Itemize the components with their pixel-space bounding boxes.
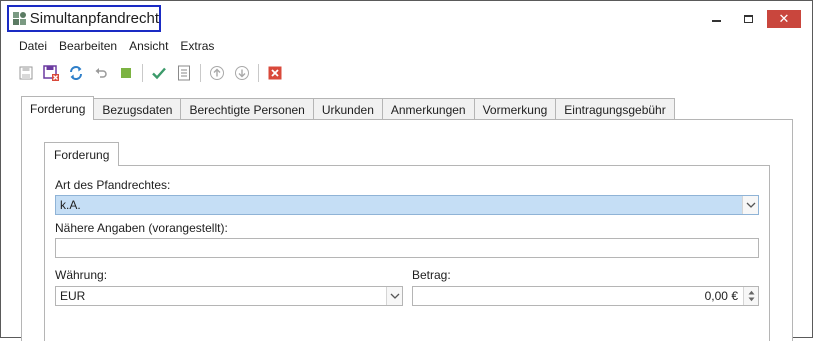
betrag-label: Betrag:: [412, 268, 451, 282]
save-button[interactable]: [15, 62, 37, 84]
naehere-angaben-label: Nähere Angaben (vorangestellt):: [55, 221, 228, 235]
art-des-pfandrechtes-value: k.A.: [60, 198, 81, 212]
title-bar: Simultanpfandrecht ✕: [1, 1, 812, 35]
toolbar-separator: [200, 64, 201, 82]
window-title-box: Simultanpfandrecht: [7, 5, 161, 32]
move-up-icon: [210, 66, 224, 80]
betrag-input[interactable]: 0,00 €: [412, 286, 759, 306]
betrag-spinner[interactable]: [743, 287, 758, 305]
toolbar: [15, 62, 289, 84]
stop-button[interactable]: [115, 62, 137, 84]
refresh-icon: [70, 66, 82, 80]
menu-bearbeiten[interactable]: Bearbeiten: [53, 38, 123, 56]
document-list-button[interactable]: [173, 62, 195, 84]
confirm-check-icon: [152, 67, 166, 80]
toolbar-separator: [142, 64, 143, 82]
refresh-button[interactable]: [65, 62, 87, 84]
spin-down-icon[interactable]: [748, 297, 755, 302]
tab-anmerkungen[interactable]: Anmerkungen: [381, 98, 475, 120]
close-button[interactable]: ✕: [767, 10, 801, 28]
dropdown-button[interactable]: [742, 196, 758, 214]
confirm-button[interactable]: [148, 62, 170, 84]
minimize-button[interactable]: [703, 9, 729, 29]
delete-button[interactable]: [264, 62, 286, 84]
art-des-pfandrechtes-select[interactable]: k.A.: [55, 195, 759, 215]
tab-urkunden[interactable]: Urkunden: [312, 98, 383, 120]
spin-up-icon[interactable]: [748, 290, 755, 295]
waehrung-value: EUR: [60, 289, 86, 303]
delete-icon: [268, 66, 282, 80]
tab-berechtigte-personen[interactable]: Berechtigte Personen: [180, 98, 314, 120]
dropdown-button[interactable]: [386, 287, 402, 305]
tab-bezugsdaten[interactable]: Bezugsdaten: [93, 98, 182, 120]
tab-forderung[interactable]: Forderung: [21, 96, 95, 120]
betrag-value: 0,00 €: [704, 289, 738, 303]
move-down-icon: [235, 66, 249, 80]
undo-button[interactable]: [90, 62, 112, 84]
chevron-down-icon: [746, 202, 755, 208]
app-icon: [13, 11, 26, 26]
chevron-down-icon: [390, 293, 399, 299]
art-des-pfandrechtes-label: Art des Pfandrechtes:: [55, 178, 171, 192]
app-window: Simultanpfandrecht ✕ Datei Bearbeiten An…: [0, 0, 813, 341]
window-title: Simultanpfandrecht: [29, 10, 159, 27]
move-down-button[interactable]: [231, 62, 253, 84]
document-list-icon: [178, 65, 190, 81]
save-close-button[interactable]: [40, 62, 62, 84]
menu-ansicht[interactable]: Ansicht: [123, 38, 174, 56]
waehrung-select[interactable]: EUR: [55, 286, 403, 306]
toolbar-separator: [258, 64, 259, 82]
stop-icon: [121, 68, 131, 78]
maximize-button[interactable]: [735, 9, 761, 29]
tab-eintragungsgebuehr[interactable]: Eintragungsgebühr: [555, 98, 675, 120]
menu-extras[interactable]: Extras: [174, 38, 220, 56]
save-close-icon: [43, 65, 59, 81]
maximize-icon: [743, 15, 753, 23]
tab-vormerkung[interactable]: Vormerkung: [473, 98, 557, 120]
main-tabs: Forderung Bezugsdaten Berechtigte Person…: [21, 96, 675, 120]
inner-tab-forderung[interactable]: Forderung: [44, 142, 120, 166]
minimize-icon: [711, 20, 721, 22]
close-icon: ✕: [778, 11, 790, 26]
save-icon: [19, 66, 33, 80]
menu-datei[interactable]: Datei: [13, 38, 53, 56]
move-up-button[interactable]: [206, 62, 228, 84]
menu-bar: Datei Bearbeiten Ansicht Extras: [13, 38, 220, 56]
undo-icon: [95, 68, 107, 78]
naehere-angaben-input[interactable]: [55, 238, 759, 258]
waehrung-label: Währung:: [55, 268, 108, 282]
